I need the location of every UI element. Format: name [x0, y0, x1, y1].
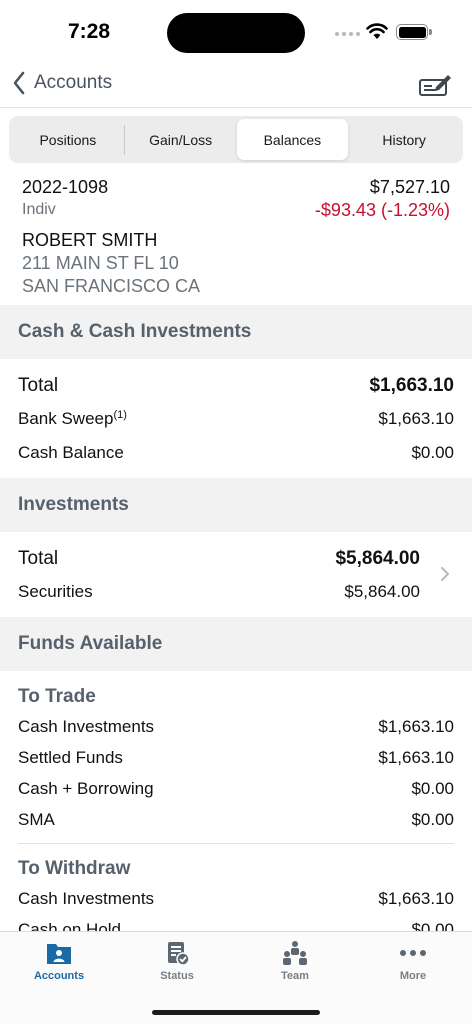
account-value: $7,527.10 — [369, 177, 450, 197]
trade-cash-investments-value: $1,663.10 — [378, 717, 454, 736]
withdraw-cash-investments-value: $1,663.10 — [378, 889, 454, 908]
sma-value: $0.00 — [411, 810, 454, 829]
cash-section-header: Cash & Cash Investments — [0, 305, 472, 359]
settled-funds-row: Settled Funds $1,663.10 — [0, 743, 472, 773]
tab-team[interactable]: Team — [236, 940, 354, 982]
tab-accounts[interactable]: Accounts — [0, 940, 118, 982]
divider — [18, 843, 454, 844]
battery-icon — [396, 24, 432, 40]
sma-row: SMA $0.00 — [0, 805, 472, 835]
cash-balance-value: $0.00 — [411, 443, 454, 462]
to-trade-header: To Trade — [18, 686, 96, 707]
tab-history[interactable]: History — [348, 119, 460, 160]
status-bar: 7:28 — [0, 0, 472, 62]
cash-borrowing-row: Cash + Borrowing $0.00 — [0, 774, 472, 804]
tab-balances[interactable]: Balances — [236, 119, 349, 160]
settled-funds-label: Settled Funds — [18, 748, 123, 767]
account-owner: ROBERT SMITH — [22, 230, 158, 250]
bank-sweep-value: $1,663.10 — [378, 409, 454, 428]
trade-cash-investments-row: Cash Investments $1,663.10 — [0, 712, 472, 742]
trade-cash-investments-label: Cash Investments — [18, 717, 155, 736]
nav-bar: Accounts — [0, 62, 472, 108]
investments-total-label: Total — [18, 548, 59, 569]
sma-label: SMA — [18, 810, 55, 829]
tab-more[interactable]: More — [354, 940, 472, 982]
securities-value: $5,864.00 — [344, 582, 420, 601]
wifi-icon — [366, 23, 388, 39]
back-label: Accounts — [34, 72, 113, 93]
more-icon — [400, 950, 426, 956]
home-indicator — [152, 1010, 320, 1015]
tab-positions[interactable]: Positions — [12, 119, 124, 160]
cash-borrowing-label: Cash + Borrowing — [18, 779, 154, 798]
funds-section-header: Funds Available — [0, 617, 472, 671]
securities-row: Securities $5,864.00 — [0, 577, 472, 607]
bank-sweep-row: Bank Sweep(1) $1,663.10 — [0, 404, 472, 434]
cash-total-row: Total $1,663.10 — [0, 370, 472, 402]
account-type: Indiv — [22, 201, 56, 218]
address-line-2: SAN FRANCISCO CA — [22, 276, 201, 296]
chevron-left-icon — [13, 71, 25, 95]
cash-borrowing-value: $0.00 — [411, 779, 454, 798]
investments-total-row: Total $5,864.00 — [0, 543, 472, 575]
bank-sweep-label: Bank Sweep — [18, 409, 114, 428]
bank-sweep-footnote[interactable]: (1) — [113, 409, 126, 421]
status-icon — [168, 942, 190, 966]
account-summary: 2022-1098 Indiv $7,527.10 -$93.43 (-1.23… — [0, 172, 472, 304]
address-line-1: 211 MAIN ST FL 10 — [22, 253, 179, 273]
status-time: 7:28 — [68, 20, 111, 43]
investments-total-value: $5,864.00 — [335, 548, 420, 569]
cash-total-label: Total — [18, 375, 59, 396]
dynamic-island — [167, 13, 305, 53]
cash-total-value: $1,663.10 — [369, 375, 454, 396]
tab-status-label: Status — [160, 970, 194, 982]
withdraw-cash-investments-row: Cash Investments $1,663.10 — [0, 884, 472, 914]
back-button[interactable]: Accounts — [12, 70, 112, 96]
tab-accounts-label: Accounts — [33, 970, 85, 982]
settled-funds-value: $1,663.10 — [378, 748, 454, 767]
check-deposit-icon[interactable] — [418, 72, 452, 98]
cash-balance-label: Cash Balance — [18, 443, 124, 462]
cash-balance-row: Cash Balance $0.00 — [0, 438, 472, 468]
to-withdraw-header: To Withdraw — [18, 858, 131, 879]
accounts-icon — [47, 944, 71, 964]
tab-team-label: Team — [281, 970, 309, 982]
securities-label: Securities — [18, 582, 93, 601]
investments-section-header: Investments — [0, 478, 472, 532]
segmented-control: Positions Gain/Loss Balances History — [9, 116, 463, 163]
account-number: 2022-1098 — [22, 177, 109, 197]
withdraw-cash-investments-label: Cash Investments — [18, 889, 155, 908]
signal-icon — [335, 32, 360, 36]
tab-status[interactable]: Status — [118, 940, 236, 982]
team-icon — [283, 941, 307, 965]
account-change: -$93.43 (-1.23%) — [314, 200, 450, 220]
chevron-right-icon — [441, 567, 449, 581]
tab-more-label: More — [399, 970, 427, 982]
tab-gain-loss[interactable]: Gain/Loss — [125, 119, 237, 160]
